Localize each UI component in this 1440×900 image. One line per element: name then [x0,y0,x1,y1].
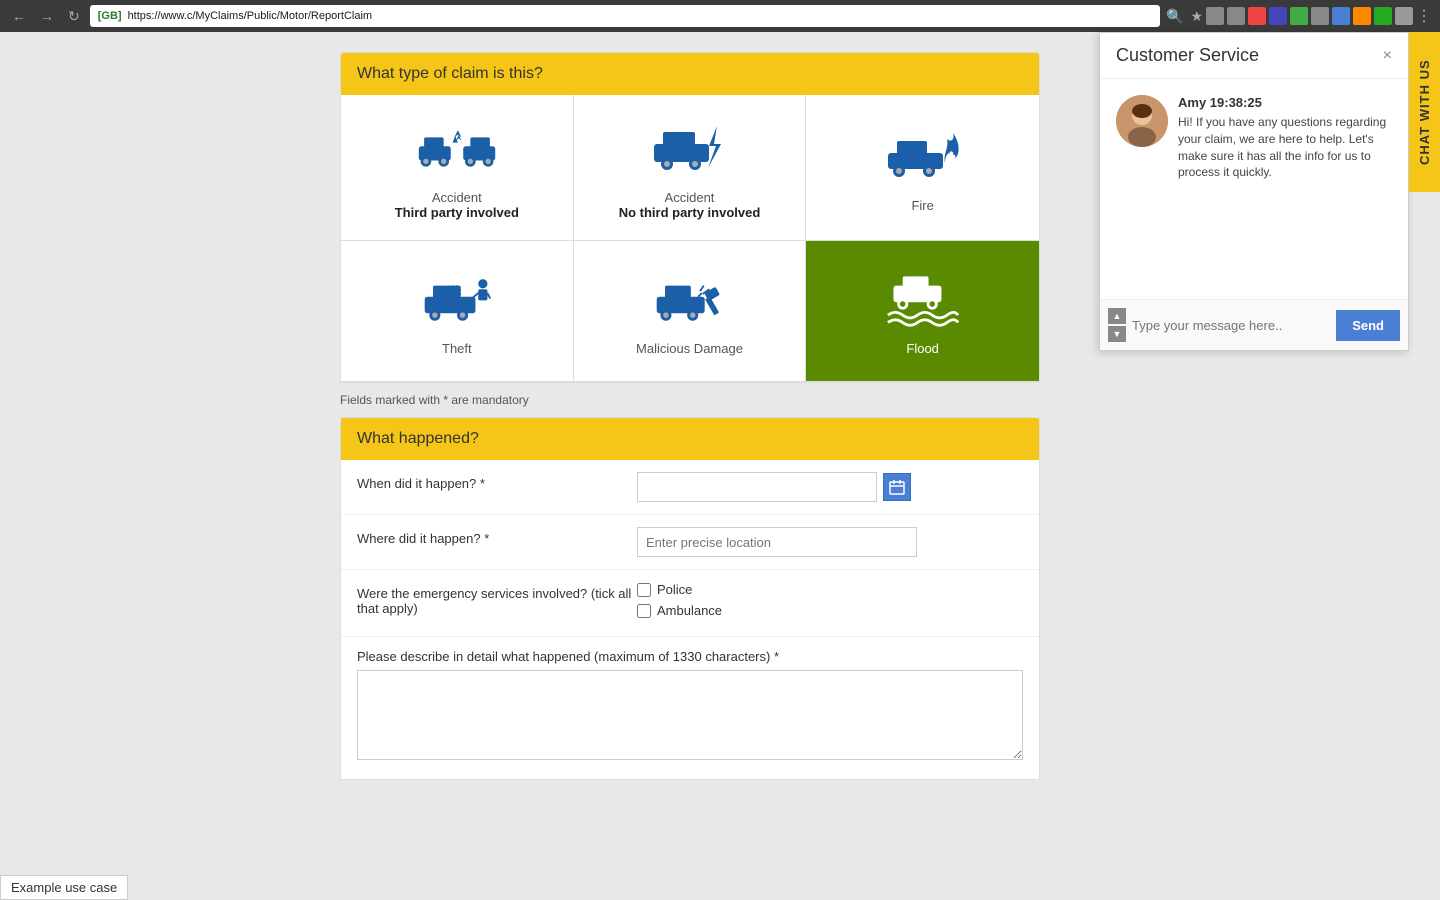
where-row: Where did it happen? * [341,515,1039,570]
where-label: Where did it happen? * [357,527,637,546]
car-lightning-icon [649,115,729,180]
chat-with-us-tab[interactable]: CHAT WITH US [1409,32,1440,192]
extension-icon-2 [1227,7,1245,25]
bookmark-icon[interactable]: ★ [1190,8,1203,25]
two-cars-crash-icon [417,115,497,180]
accident-no-third-party-label: Accident [665,190,715,205]
fire-label: Fire [911,198,933,213]
car-flood-icon [883,266,963,331]
police-checkbox[interactable] [637,583,651,597]
forward-button[interactable]: → [36,6,58,26]
flood-label: Flood [906,341,939,356]
emergency-row: Were the emergency services involved? (t… [341,570,1039,637]
mandatory-note: Fields marked with * are mandatory [340,383,1040,417]
chat-panel-title: Customer Service [1116,45,1259,66]
search-icon[interactable]: 🔍 [1166,8,1183,25]
chat-message-text: Hi! If you have any questions regarding … [1178,114,1392,181]
chat-sidebar: Customer Service × [1099,32,1440,351]
police-label: Police [657,582,692,597]
chat-panel: Customer Service × [1099,32,1409,351]
example-use-case-label: Example use case [0,875,128,900]
browser-toolbar-icons: 🔍 ★ ⋮ [1166,6,1432,26]
back-button[interactable]: ← [8,6,30,26]
chat-panel-header: Customer Service × [1100,33,1408,79]
chat-message-content: Amy 19:38:25 Hi! If you have any questio… [1178,95,1392,181]
menu-button[interactable]: ⋮ [1416,6,1432,26]
refresh-button[interactable]: ↻ [64,6,84,27]
police-checkbox-row: Police [637,582,1023,597]
accident-third-party-sub: Third party involved [395,205,519,220]
when-row: When did it happen? * [341,460,1039,515]
malicious-damage-label: Malicious Damage [636,341,743,356]
describe-label: Please describe in detail what happened … [341,637,1039,670]
chat-send-button[interactable]: Send [1336,310,1400,341]
car-hammer-icon [649,266,729,331]
claim-type-header: What type of claim is this? [341,53,1039,95]
claim-type-row-2: Theft [341,241,1039,382]
claim-type-row-1: Accident Third party involved [341,95,1039,241]
car-fire-icon [883,123,963,188]
extension-icon-9 [1374,7,1392,25]
claim-type-fire[interactable]: Fire [806,95,1039,240]
claim-type-malicious-damage[interactable]: Malicious Damage [574,241,807,381]
extension-icon-7 [1332,7,1350,25]
what-happened-header: What happened? [341,418,1039,460]
region-label: [GB] [98,10,122,22]
extension-icon-10 [1395,7,1413,25]
accident-third-party-label: Accident [432,190,482,205]
main-content: What type of claim is this? [340,52,1040,880]
page-wrapper: What type of claim is this? [0,32,1440,900]
chat-close-button[interactable]: × [1383,47,1392,65]
extension-icon-3 [1248,7,1266,25]
browser-chrome: ← → ↻ [GB] https://www.c/MyClaims/Public… [0,0,1440,32]
location-input[interactable] [637,527,917,557]
describe-textarea[interactable] [357,670,1023,760]
claim-type-section: What type of claim is this? [340,52,1040,383]
extension-icon-5 [1290,7,1308,25]
claim-type-flood[interactable]: Flood [806,241,1039,381]
claim-type-accident-third-party[interactable]: Accident Third party involved [341,95,574,240]
ambulance-checkbox-row: Ambulance [637,603,1023,618]
ambulance-label: Ambulance [657,603,722,618]
chat-agent-name: Amy 19:38:25 [1178,95,1392,110]
chat-input-area: ▲ ▼ Send [1100,299,1408,350]
address-bar[interactable]: [GB] https://www.c/MyClaims/Public/Motor… [90,5,1160,27]
when-controls [637,472,1023,502]
chat-messages: Amy 19:38:25 Hi! If you have any questio… [1100,79,1408,299]
emergency-label: Were the emergency services involved? (t… [357,582,637,616]
claim-type-accident-no-third-party[interactable]: Accident No third party involved [574,95,807,240]
chat-text-input[interactable] [1132,318,1330,333]
claim-type-theft[interactable]: Theft [341,241,574,381]
ambulance-checkbox[interactable] [637,604,651,618]
when-input[interactable] [637,472,877,502]
where-controls [637,527,1023,557]
accident-no-third-party-sub: No third party involved [619,205,761,220]
agent-avatar-image [1116,95,1168,147]
emergency-controls: Police Ambulance [637,582,1023,624]
chat-message-amy: Amy 19:38:25 Hi! If you have any questio… [1116,95,1392,181]
scroll-up-button[interactable]: ▲ [1108,308,1126,324]
extension-icon-6 [1311,7,1329,25]
when-label: When did it happen? * [357,472,637,491]
what-happened-section: What happened? When did it happen? * [340,417,1040,780]
car-break-in-icon [417,266,497,331]
extension-icon-1 [1206,7,1224,25]
agent-avatar [1116,95,1168,147]
theft-label: Theft [442,341,472,356]
chat-scroll-buttons: ▲ ▼ [1108,308,1126,342]
extension-icon-8 [1353,7,1371,25]
extension-icon-4 [1269,7,1287,25]
calendar-icon[interactable] [883,473,911,501]
describe-section: Please describe in detail what happened … [341,637,1039,779]
address-url: https://www.c/MyClaims/Public/Motor/Repo… [128,10,373,22]
scroll-down-button[interactable]: ▼ [1108,326,1126,342]
